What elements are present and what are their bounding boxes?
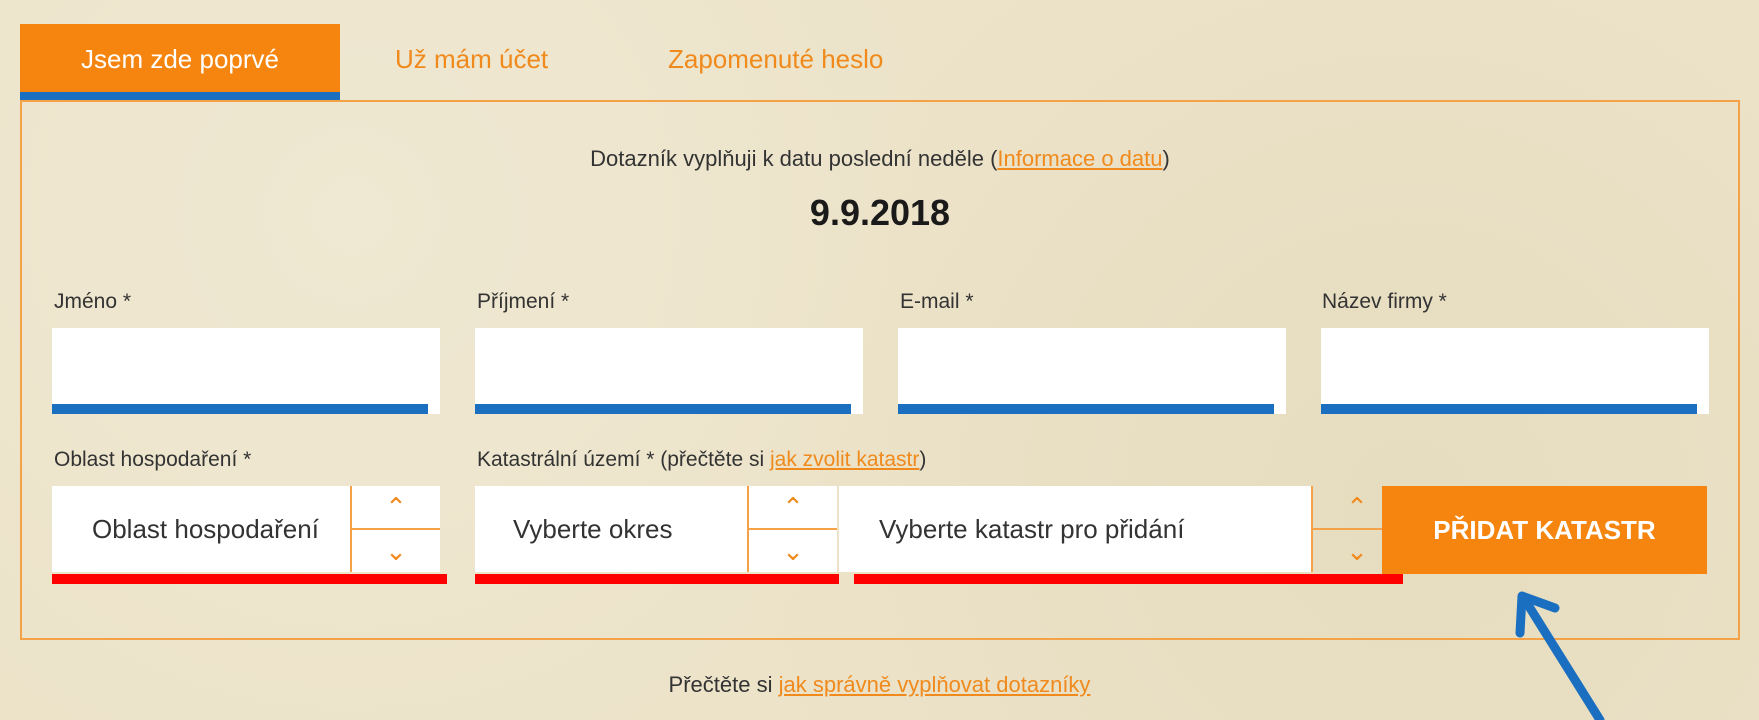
tab-first-time[interactable]: Jsem zde poprvé: [20, 24, 340, 100]
district-select-value: Vyberte okres: [513, 514, 673, 544]
cadastre-select-value: Vyberte katastr pro přidání: [879, 514, 1185, 544]
email-field: [898, 328, 1286, 414]
cadastre-select[interactable]: Vyberte katastr pro přidání ⌃ ⌄: [839, 486, 1401, 572]
email-label: E-mail *: [900, 290, 974, 313]
first-name-field: [52, 328, 440, 414]
last-name-input[interactable]: [475, 328, 863, 404]
date-info-prefix: Dotazník vyplňuji k datu poslední neděle…: [590, 146, 998, 171]
cadastre-label-prefix: Katastrální území * (přečtěte si: [477, 448, 770, 471]
area-select-value: Oblast hospodaření: [92, 514, 319, 544]
date-info-text: Dotazník vyplňuji k datu poslední neděle…: [22, 146, 1738, 172]
add-cadastre-button[interactable]: PŘIDAT KATASTR: [1382, 486, 1707, 574]
email-input[interactable]: [898, 328, 1286, 404]
chevron-down-icon[interactable]: ⌄: [749, 530, 837, 572]
district-select[interactable]: Vyberte okres ⌃ ⌄: [475, 486, 837, 572]
last-name-underline: [475, 404, 851, 414]
chevron-up-icon[interactable]: ⌃: [749, 486, 837, 530]
email-underline: [898, 404, 1274, 414]
tab-forgotten-password-label: Zapomenuté heslo: [668, 44, 884, 74]
footer-text: Přečtěte si jak správně vyplňovat dotazn…: [0, 672, 1759, 698]
area-error-underline: [52, 574, 447, 584]
cadastre-help-link[interactable]: jak zvolit katastr: [770, 448, 919, 471]
tab-have-account[interactable]: Už mám účet: [395, 24, 548, 100]
district-spinner: ⌃ ⌄: [747, 486, 837, 572]
area-label: Oblast hospodaření *: [54, 448, 252, 471]
area-select[interactable]: Oblast hospodaření ⌃ ⌄: [52, 486, 440, 572]
tab-forgotten-password[interactable]: Zapomenuté heslo: [668, 24, 883, 100]
date-info-suffix: ): [1162, 146, 1170, 171]
cadastre-error-underline: [854, 574, 1403, 584]
footer-prefix: Přečtěte si: [668, 672, 779, 697]
company-label: Název firmy *: [1322, 290, 1447, 313]
tab-first-time-label: Jsem zde poprvé: [81, 44, 279, 74]
date-info-link[interactable]: Informace o datu: [997, 146, 1162, 171]
footer-help-link[interactable]: jak správně vyplňovat dotazníky: [779, 672, 1091, 697]
cadastre-label: Katastrální území * (přečtěte si jak zvo…: [477, 448, 926, 472]
last-name-field: [475, 328, 863, 414]
survey-date: 9.9.2018: [809, 192, 951, 233]
cadastre-label-suffix: ): [919, 448, 927, 471]
chevron-up-icon[interactable]: ⌃: [352, 486, 440, 530]
district-error-underline: [475, 574, 839, 584]
first-name-input[interactable]: [52, 328, 440, 404]
registration-panel: Dotazník vyplňuji k datu poslední neděle…: [20, 100, 1740, 640]
company-field: [1321, 328, 1709, 414]
active-tab-underline: [20, 92, 340, 100]
chevron-down-icon[interactable]: ⌄: [352, 530, 440, 572]
first-name-label: Jméno *: [54, 290, 132, 313]
company-underline: [1321, 404, 1697, 414]
first-name-underline: [52, 404, 428, 414]
area-spinner: ⌃ ⌄: [350, 486, 440, 572]
last-name-label: Příjmení *: [477, 290, 570, 313]
company-input[interactable]: [1321, 328, 1709, 404]
tab-have-account-label: Už mám účet: [395, 44, 549, 74]
